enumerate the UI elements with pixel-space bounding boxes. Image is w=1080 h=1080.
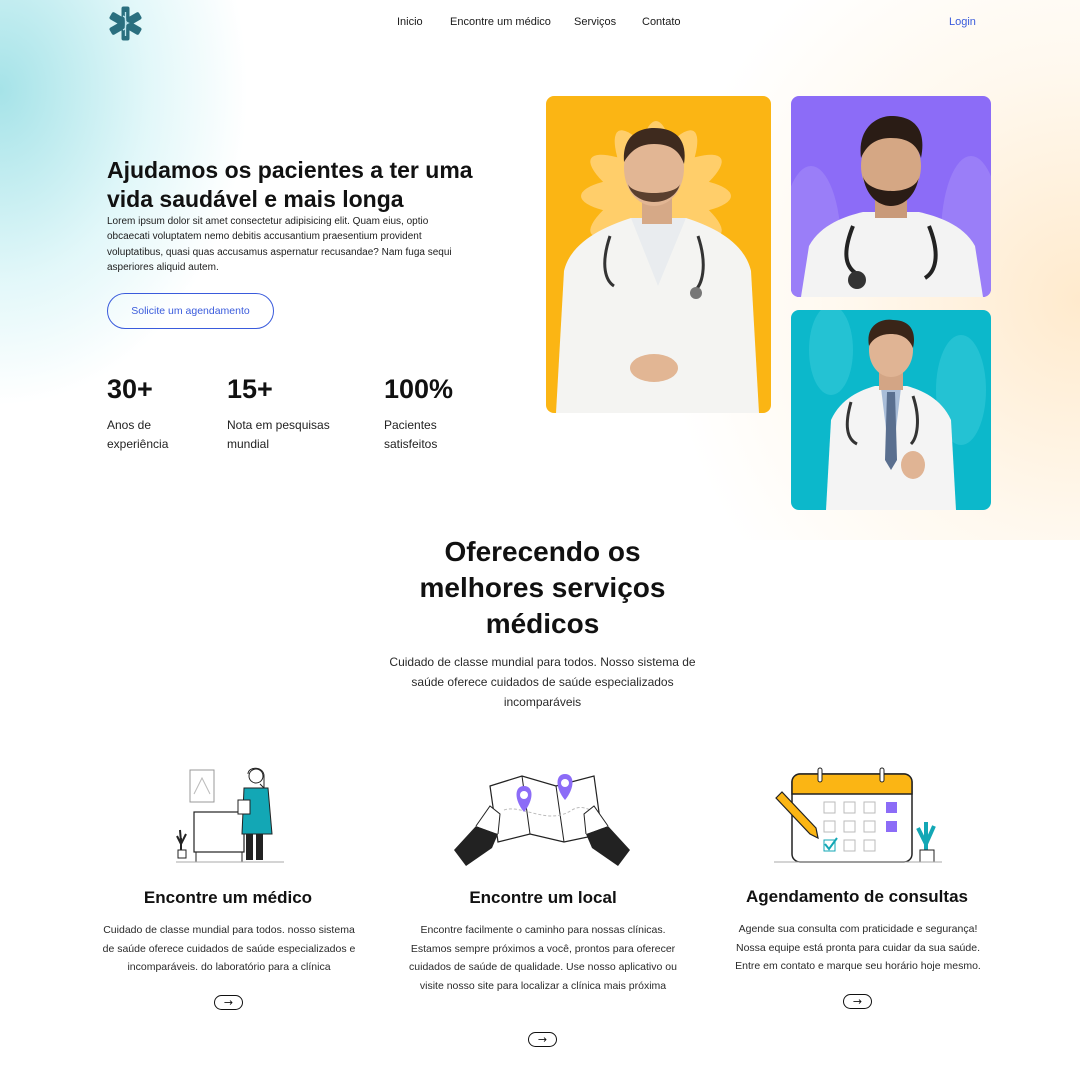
service-arrow-button-find-location[interactable]: → — [528, 1032, 557, 1047]
service-title-find-doctor: Encontre um médico — [143, 888, 313, 907]
stat-value-satisfaction: 100% — [384, 374, 454, 404]
arrow-right-icon: → — [223, 996, 234, 1009]
map-illustration-icon — [452, 770, 632, 868]
stat-value-experience: 30+ — [107, 374, 153, 404]
service-title-find-location: Encontre um local — [469, 888, 617, 907]
services-title: Oferecendo os melhores serviços médicos — [419, 536, 666, 639]
service-desc-scheduling: Agende sua consulta com praticidade e se… — [735, 923, 981, 972]
calendar-illustration-icon — [774, 766, 942, 866]
doctor-photo-teal — [791, 310, 991, 510]
doctor-photo-yellow — [546, 96, 771, 413]
nav-link-inicio[interactable]: Inicio — [397, 16, 423, 28]
arrow-right-icon: → — [852, 995, 863, 1008]
hero-title: Ajudamos os pacientes a ter uma vida sau… — [107, 157, 473, 212]
services-subtitle: Cuidado de classe mundial para todos. No… — [389, 655, 696, 709]
arrow-right-icon: → — [537, 1033, 548, 1046]
request-appointment-button[interactable]: Solicite um agendamento — [107, 293, 274, 329]
hero-description: Lorem ipsum dolor sit amet consectetur a… — [107, 216, 452, 273]
nav-link-servicos[interactable]: Serviços — [574, 16, 616, 28]
stat-value-rating: 15+ — [227, 374, 273, 404]
service-desc-find-location: Encontre facilmente o caminho para nossa… — [409, 924, 677, 992]
stat-label-experience: Anos de experiência — [107, 418, 169, 451]
stat-label-rating: Nota em pesquisas mundial — [227, 418, 330, 451]
main-nav: Inicio Encontre um médico Serviços Conta… — [0, 16, 1080, 32]
nav-link-contato[interactable]: Contato — [642, 16, 681, 28]
stat-label-satisfaction: Pacientes satisfeitos — [384, 418, 438, 451]
nav-link-encontre-medico[interactable]: Encontre um médico — [450, 16, 551, 28]
login-link[interactable]: Login — [949, 16, 976, 28]
doctor-photo-purple — [791, 96, 991, 297]
service-arrow-button-find-doctor[interactable]: → — [214, 995, 243, 1010]
service-desc-find-doctor: Cuidado de classe mundial para todos. no… — [102, 924, 356, 973]
doctor-illustration-icon — [176, 764, 284, 866]
service-title-scheduling: Agendamento de consultas — [746, 887, 968, 906]
service-arrow-button-scheduling[interactable]: → — [843, 994, 872, 1009]
